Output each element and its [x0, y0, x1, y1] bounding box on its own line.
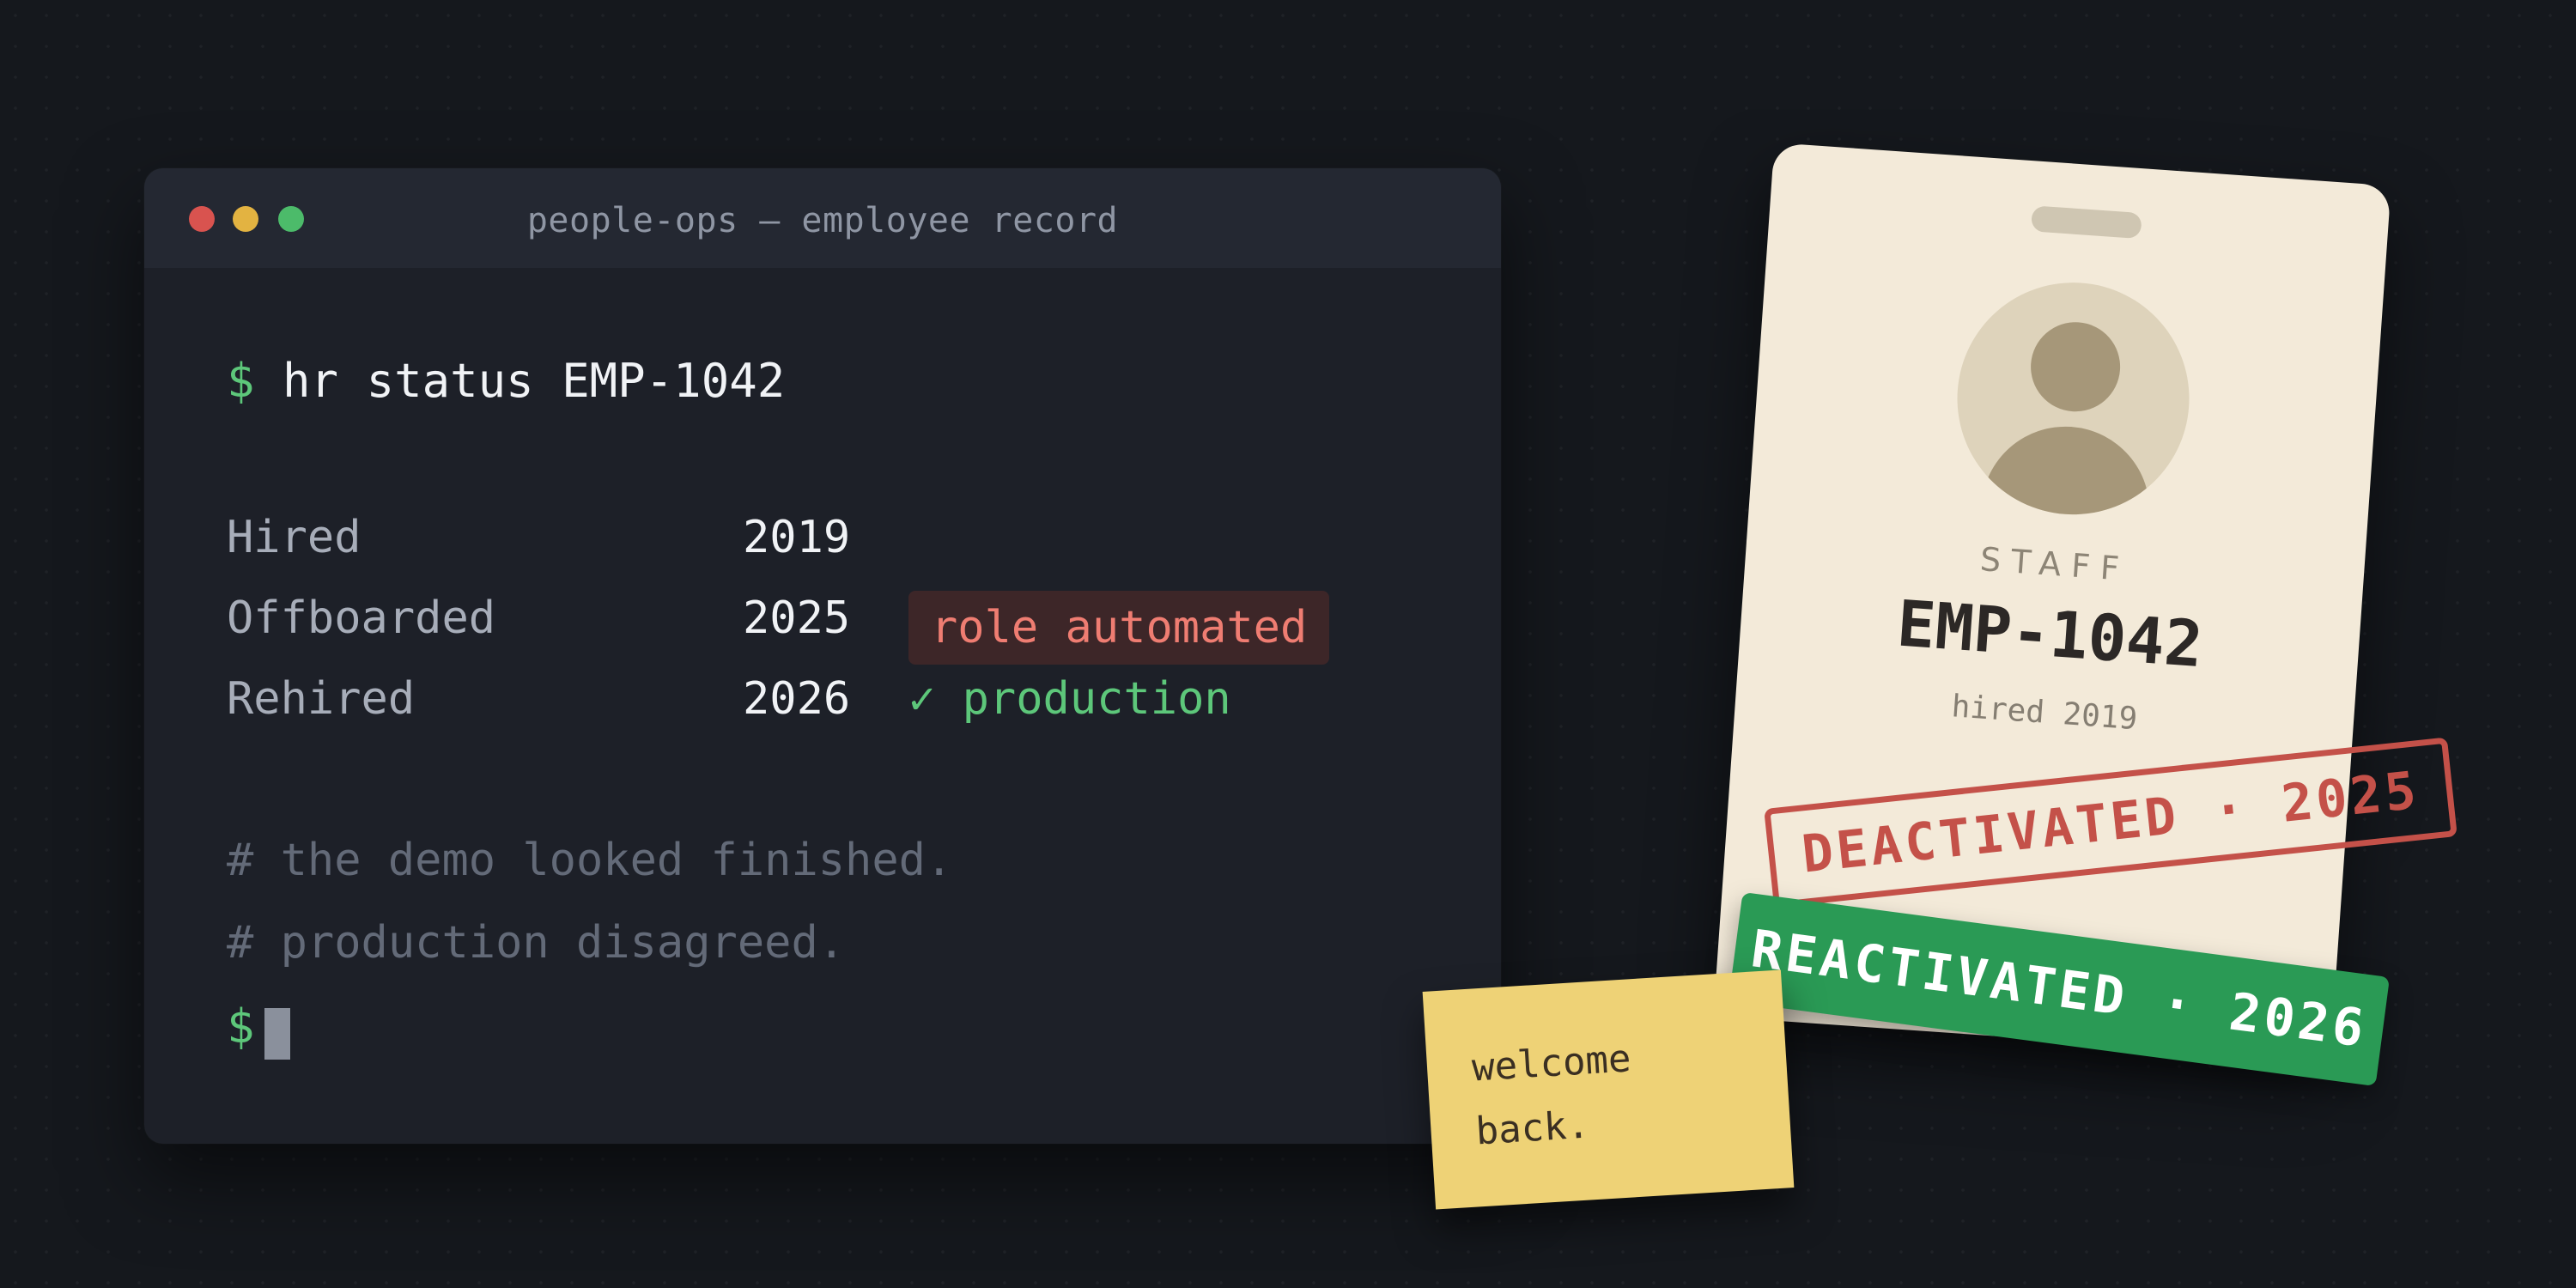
row-year-rehired: 2026 — [743, 673, 851, 725]
terminal-titlebar[interactable]: people-ops — employee record — [144, 168, 1501, 268]
user-avatar-icon — [1949, 275, 2197, 523]
comment-line-2: # production disagreed. — [227, 917, 846, 969]
role-automated-tag: role automated — [908, 591, 1330, 665]
maximize-window-button[interactable] — [278, 206, 304, 232]
row-year-offboarded: 2025 — [743, 592, 851, 644]
avatar-body — [1978, 421, 2155, 523]
terminal-window[interactable]: people-ops — employee record $ hr status… — [144, 168, 1501, 1144]
prompt-symbol: $ — [227, 354, 255, 408]
comment-line-1: # the demo looked finished. — [227, 835, 953, 886]
sticky-note: welcome back. — [1422, 969, 1795, 1210]
sticky-note-text: welcome back. — [1470, 1036, 1632, 1154]
production-status: ✓ production — [908, 673, 1231, 725]
row-label-offboarded: Offboarded — [227, 592, 496, 644]
window-title: people-ops — employee record — [526, 201, 1119, 240]
command-line: $ hr status EMP-1042 — [227, 354, 785, 408]
row-year-hired: 2019 — [743, 512, 851, 563]
close-window-button[interactable] — [189, 206, 215, 232]
row-label-rehired: Rehired — [227, 673, 416, 725]
final-prompt-symbol: $ — [227, 999, 255, 1054]
row-label-hired: Hired — [227, 512, 361, 563]
terminal-cursor[interactable] — [264, 1008, 290, 1060]
avatar-head — [2027, 319, 2123, 415]
minimize-window-button[interactable] — [233, 206, 258, 232]
command-text: hr status EMP-1042 — [283, 354, 786, 408]
badge-clip-slot — [2030, 205, 2142, 240]
